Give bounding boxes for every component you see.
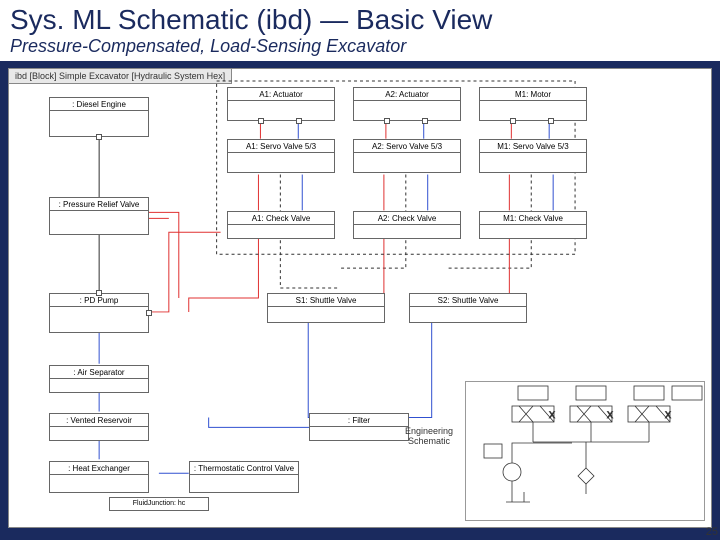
block-thermo-valve: : Thermostatic Control Valve (189, 461, 299, 493)
port (510, 118, 516, 124)
diagram-canvas: ibd [Block] Simple Excavator [Hydraulic … (8, 68, 712, 528)
block-heat-exchanger: : Heat Exchanger (49, 461, 149, 493)
block-a1-check: A1: Check Valve (227, 211, 335, 239)
block-vented-reservoir: : Vented Reservoir (49, 413, 149, 441)
page-subtitle: Pressure-Compensated, Load-Sensing Excav… (0, 36, 720, 61)
block-pd-pump: : PD Pump (49, 293, 149, 333)
port (384, 118, 390, 124)
block-air-separator: : Air Separator (49, 365, 149, 393)
svg-text:X: X (549, 410, 555, 420)
block-m1-motor: M1: Motor (479, 87, 587, 121)
svg-text:X: X (665, 410, 671, 420)
block-diesel-engine: : Diesel Engine (49, 97, 149, 137)
block-m1-servo: M1: Servo Valve 5/3 (479, 139, 587, 173)
ibd-frame-label: ibd [Block] Simple Excavator [Hydraulic … (9, 69, 232, 84)
block-a2-actuator: A2: Actuator (353, 87, 461, 121)
inset-svg: X X X (466, 382, 706, 522)
block-a2-servo: A2: Servo Valve 5/3 (353, 139, 461, 173)
inset-label: Engineering Schematic (398, 426, 460, 446)
inset-schematic: Engineering Schematic X X X (465, 381, 705, 521)
block-s2-shuttle: S2: Shuttle Valve (409, 293, 527, 323)
page-number: 25 (706, 526, 718, 538)
block-fluid-junction: FluidJunction: hc (109, 497, 209, 511)
port (96, 134, 102, 140)
page-title: Sys. ML Schematic (ibd) — Basic View (0, 0, 720, 36)
svg-text:X: X (607, 410, 613, 420)
block-s1-shuttle: S1: Shuttle Valve (267, 293, 385, 323)
block-pressure-relief: : Pressure Relief Valve (49, 197, 149, 235)
block-a1-servo: A1: Servo Valve 5/3 (227, 139, 335, 173)
block-a2-check: A2: Check Valve (353, 211, 461, 239)
port (296, 118, 302, 124)
port (422, 118, 428, 124)
port (548, 118, 554, 124)
port (258, 118, 264, 124)
block-a1-actuator: A1: Actuator (227, 87, 335, 121)
port (146, 310, 152, 316)
block-m1-check: M1: Check Valve (479, 211, 587, 239)
port (96, 290, 102, 296)
block-filter: : Filter (309, 413, 409, 441)
